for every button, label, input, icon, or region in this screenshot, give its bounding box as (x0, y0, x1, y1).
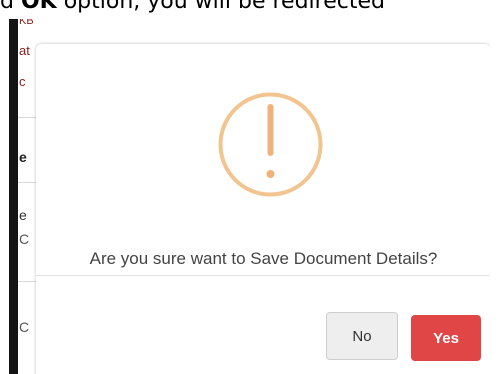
bg-fragment-row2: C (19, 231, 30, 247)
caption-bold: OK (20, 0, 57, 14)
caption-suffix: option, you will be redirected (56, 0, 385, 14)
screenshot-frame: KB at c e e C C Are you sure want to Sav… (9, 19, 490, 374)
bg-fragment-header: e (19, 149, 27, 165)
bg-fragment-at: at (19, 43, 30, 58)
bg-fragment-c: c (19, 74, 26, 89)
no-button[interactable]: No (326, 312, 398, 360)
dialog-divider (36, 275, 490, 276)
bg-fragment-kb: KB (19, 19, 34, 27)
bg-fragment-row1: e (19, 207, 27, 223)
confirm-dialog: Are you sure want to Save Document Detai… (36, 44, 490, 374)
bg-fragment-row3: C (19, 319, 30, 335)
document-caption: d OK option, you will be redirected (0, 0, 499, 19)
yes-button[interactable]: Yes (411, 315, 481, 361)
dialog-message: Are you sure want to Save Document Detai… (89, 249, 438, 268)
caption-prefix: d (0, 0, 21, 14)
warning-exclamation-icon (218, 92, 323, 197)
